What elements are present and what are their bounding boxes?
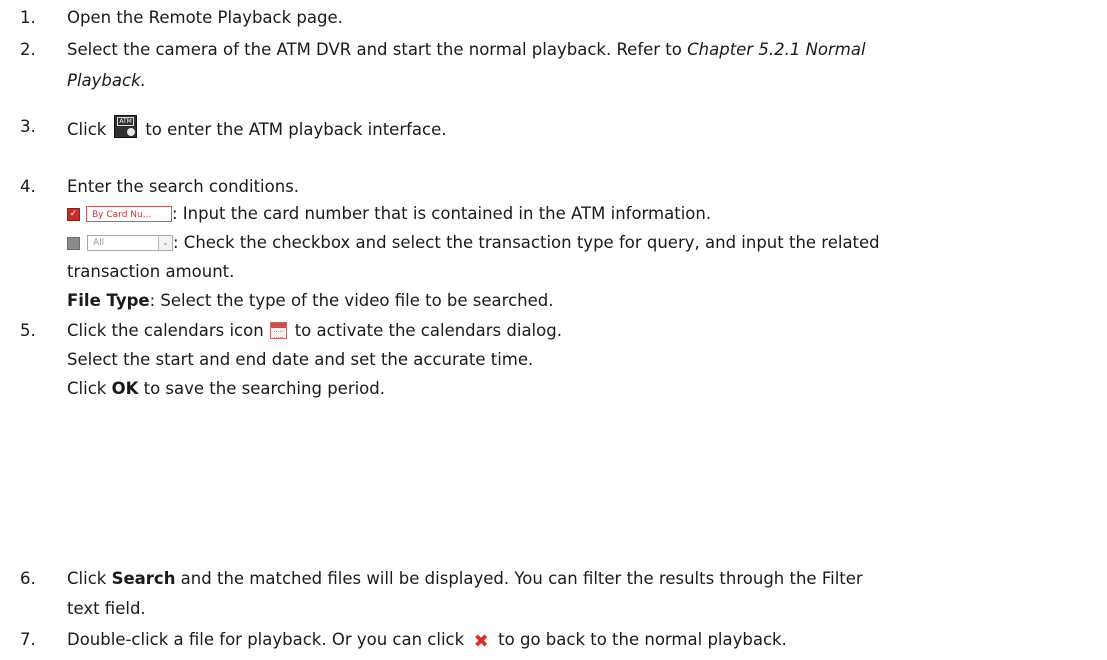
- transaction-type-row: All ⌄ : Check the checkbox and select th…: [67, 231, 880, 255]
- step-text: Double-click a file for playback. Or you…: [67, 628, 787, 652]
- step-text: Click Search and the matched files will …: [67, 567, 863, 591]
- step-text: Select the camera of the ATM DVR and sta…: [67, 40, 688, 59]
- atm-playback-icon[interactable]: ATM: [114, 115, 138, 138]
- step-number: 1.: [20, 8, 36, 27]
- text: to save the searching period.: [138, 379, 385, 398]
- text: Click: [67, 569, 112, 588]
- chapter-reference-cont: Playback.: [67, 71, 146, 90]
- step-text-line-1: Select the camera of the ATM DVR and sta…: [67, 38, 866, 62]
- close-icon[interactable]: ✖: [473, 633, 489, 651]
- step-text-post: to go back to the normal playback.: [498, 630, 787, 649]
- card-number-input[interactable]: By Card Nu...: [86, 206, 172, 222]
- step-text-line-2: Select the start and end date and set th…: [67, 350, 534, 369]
- calendar-icon[interactable]: [269, 322, 287, 339]
- checkbox-checked-icon[interactable]: ✓: [67, 207, 80, 221]
- transaction-type-description: : Check the checkbox and select the tran…: [173, 233, 880, 252]
- step-text-line-2: Playback.: [67, 69, 146, 93]
- step-text-post: to activate the calendars dialog.: [294, 321, 562, 340]
- step-text: Click the calendars icon to activate the …: [67, 319, 562, 343]
- file-type-label: File Type: [67, 291, 150, 310]
- step-number: 2.: [20, 40, 36, 59]
- checkbox-unchecked-icon[interactable]: [67, 236, 80, 250]
- card-number-control[interactable]: ✓ By Card Nu...: [67, 204, 172, 224]
- step-text: Open the Remote Playback page.: [67, 8, 343, 27]
- step-number: 5.: [20, 321, 36, 340]
- transaction-type-select[interactable]: All ⌄: [87, 235, 173, 251]
- step-text: Enter the search conditions.: [67, 177, 300, 196]
- file-type-description: : Select the type of the video file to b…: [149, 291, 554, 310]
- step-text-post: to enter the ATM playback interface.: [145, 120, 447, 139]
- chapter-reference: Chapter 5.2.1 Normal: [687, 40, 866, 59]
- step-text-pre: Double-click a file for playback. Or you…: [67, 630, 465, 649]
- search-label: Search: [111, 569, 176, 588]
- text: Click: [67, 379, 112, 398]
- step-text-pre: Click the calendars icon: [67, 321, 264, 340]
- step-number: 4.: [20, 177, 36, 196]
- step-text: Click ATM to enter the ATM playback interf…: [67, 115, 447, 142]
- step-text-line-3: Click OK to save the searching period.: [67, 377, 385, 401]
- transaction-type-description-cont: transaction amount.: [67, 262, 235, 281]
- ok-label: OK: [111, 379, 139, 398]
- text: and the matched files will be displayed.…: [175, 569, 863, 588]
- step-number: 7.: [20, 630, 36, 649]
- step-text-line-2: text field.: [67, 599, 146, 618]
- dropdown-arrow-icon[interactable]: ⌄: [158, 236, 172, 250]
- file-type-row: File Type: Select the type of the video …: [67, 289, 553, 313]
- step-number: 6.: [20, 569, 36, 588]
- card-number-description: : Input the card number that is containe…: [172, 204, 712, 223]
- transaction-type-control[interactable]: All ⌄: [67, 233, 173, 253]
- step-text-pre: Click: [67, 120, 107, 139]
- step-number: 3.: [20, 117, 36, 136]
- card-number-row: ✓ By Card Nu... : Input the card number …: [67, 202, 711, 226]
- select-value: All: [93, 238, 105, 248]
